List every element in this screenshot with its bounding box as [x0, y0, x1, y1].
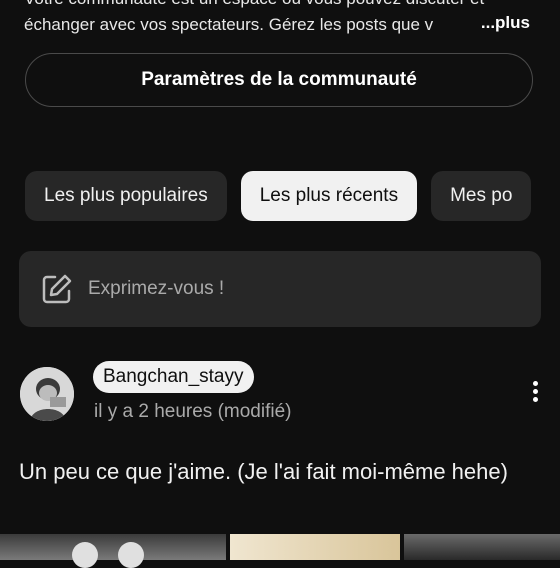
post-timestamp: il y a 2 heures (modifié) — [94, 401, 292, 422]
community-description: Votre communauté est un espace où vous p… — [24, 0, 536, 38]
compose-placeholder: Exprimez-vous ! — [88, 278, 225, 299]
chip-my-posts[interactable]: Mes po — [431, 171, 532, 221]
community-settings-button[interactable]: Paramètres de la communauté — [25, 53, 533, 107]
avatar[interactable] — [20, 367, 74, 421]
edit-icon — [42, 274, 72, 304]
post-image-3[interactable] — [404, 534, 560, 560]
post-images[interactable] — [0, 534, 560, 568]
avatar-image — [20, 367, 74, 421]
post-image-1[interactable] — [0, 534, 226, 568]
post-text: Un peu ce que j'aime. (Je l'ai fait moi-… — [19, 459, 508, 484]
post-image-2[interactable] — [230, 534, 400, 560]
chip-most-popular[interactable]: Les plus populaires — [25, 171, 227, 221]
author-name[interactable]: Bangchan_stayy — [93, 361, 254, 393]
filter-chips: Les plus populaires Les plus récents Mes… — [25, 171, 532, 221]
compose-box[interactable]: Exprimez-vous ! — [19, 251, 541, 327]
show-more-link[interactable]: ...plus — [454, 10, 530, 36]
chip-most-recent[interactable]: Les plus récents — [240, 171, 418, 221]
more-vert-icon[interactable] — [522, 378, 548, 412]
